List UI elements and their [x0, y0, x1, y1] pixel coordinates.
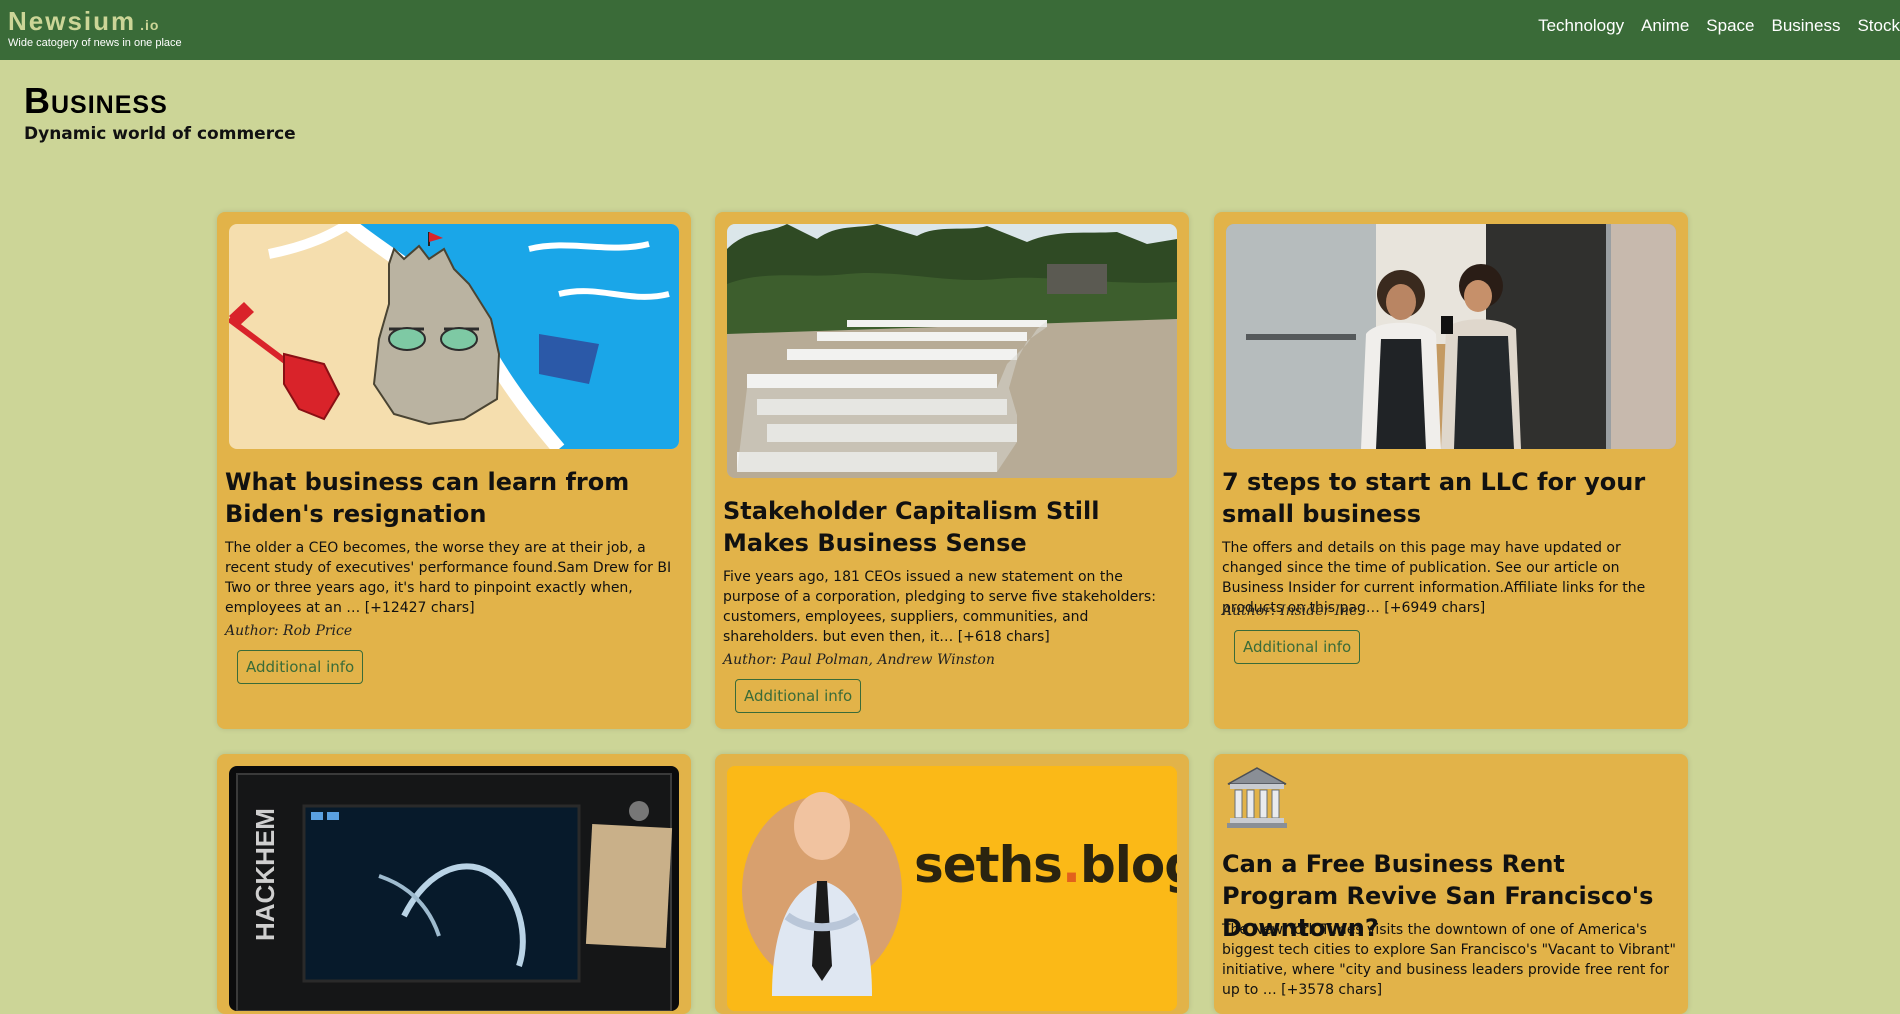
navbar: Newsium .io Wide catogery of news in one … [0, 0, 1900, 60]
nav-link-stock[interactable]: Stock [1857, 16, 1900, 36]
brand-logo[interactable]: Newsium .io [8, 6, 160, 37]
article-image-hacker-laptop[interactable]: HACKHEM [229, 766, 679, 1011]
article-image-shop-owners[interactable] [1226, 224, 1676, 449]
news-card: seths.blog [715, 754, 1189, 1014]
article-title[interactable]: 7 steps to start an LLC for your small b… [1222, 466, 1680, 530]
page-subtitle: Dynamic world of commerce [24, 124, 296, 144]
news-card: Can a Free Business Rent Program Revive … [1214, 754, 1688, 1014]
article-author: Author: Insider Inc. [1222, 603, 1362, 619]
nav-link-space[interactable]: Space [1706, 16, 1754, 36]
nav-link-business[interactable]: Business [1771, 16, 1840, 36]
logo-text-seths: seths [914, 836, 1063, 894]
article-image-seths-blog[interactable]: seths.blog [727, 766, 1177, 1011]
news-card: Stakeholder Capitalism Still Makes Busin… [715, 212, 1189, 729]
logo-text-blog: blog [1079, 836, 1177, 894]
news-card: What business can learn from Biden's res… [217, 212, 691, 729]
brand-tld: .io [140, 17, 160, 33]
page-title: Business [24, 80, 168, 121]
nav-link-anime[interactable]: Anime [1641, 16, 1689, 36]
brand-name: Newsium [8, 6, 137, 36]
nav-links: Technology Anime Space Business Stock [1521, 16, 1900, 36]
nav-link-technology[interactable]: Technology [1538, 16, 1624, 36]
news-card: 7 steps to start an LLC for your small b… [1214, 212, 1688, 729]
seths-blog-logo: seths.blog [914, 836, 1177, 894]
article-description: The older a CEO becomes, the worse they … [225, 540, 672, 616]
additional-info-button[interactable]: Additional info [735, 679, 862, 713]
article-image-sandcastle[interactable] [229, 224, 679, 449]
svg-text:HACKHEM: HACKHEM [250, 808, 280, 941]
article-author: Author: Rob Price [225, 623, 353, 639]
article-image-chairs[interactable] [727, 224, 1177, 478]
article-description: The New York Times visits the downtown o… [1222, 922, 1676, 998]
article-title[interactable]: What business can learn from Biden's res… [225, 466, 683, 530]
bank-building-icon [1227, 767, 1287, 828]
brand-tagline: Wide catogery of news in one place [8, 37, 182, 49]
news-card: HACKHEM [217, 754, 691, 1014]
article-title[interactable]: Stakeholder Capitalism Still Makes Busin… [723, 495, 1181, 559]
logo-dot: . [1061, 836, 1081, 894]
article-author: Author: Paul Polman, Andrew Winston [723, 652, 995, 668]
additional-info-button[interactable]: Additional info [1234, 630, 1361, 664]
article-description: Five years ago, 181 CEOs issued a new st… [723, 569, 1156, 645]
additional-info-button[interactable]: Additional info [237, 650, 364, 684]
